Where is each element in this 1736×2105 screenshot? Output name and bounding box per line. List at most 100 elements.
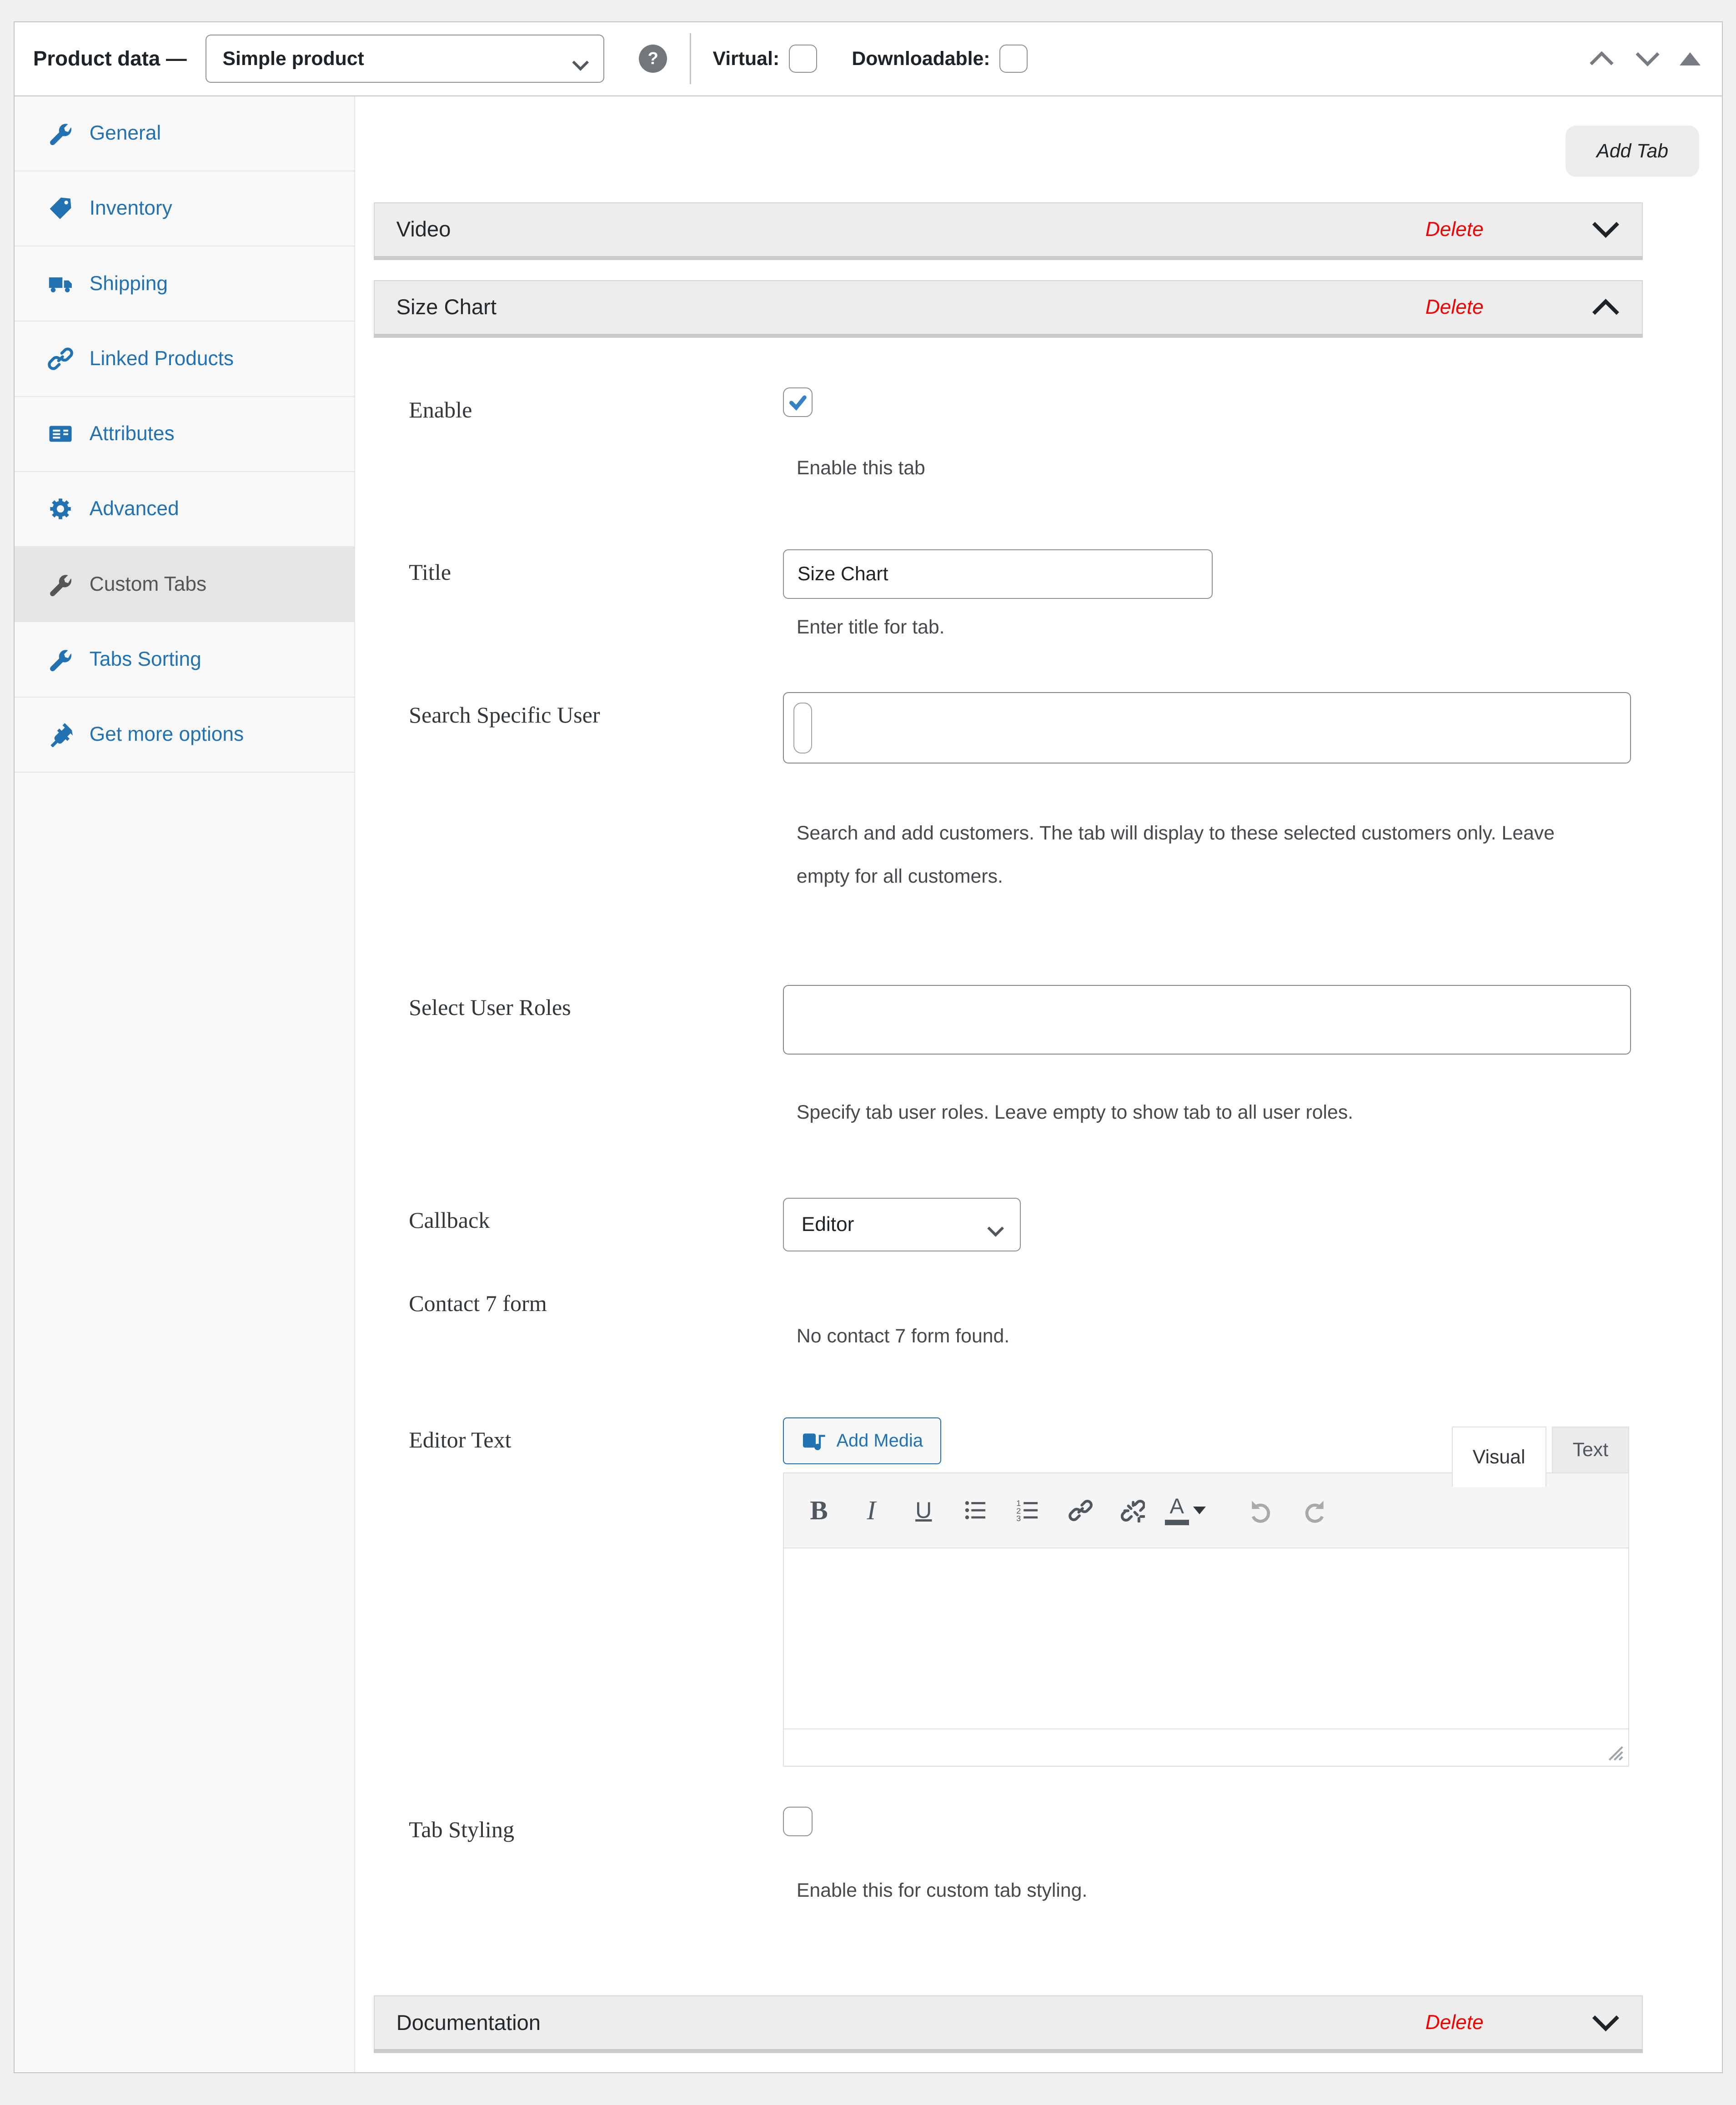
add-media-button[interactable]: Add Media <box>783 1417 941 1464</box>
underline-icon: U <box>915 1497 932 1523</box>
sidebar-item-custom-tabs[interactable]: Custom Tabs <box>15 547 355 622</box>
underline-button[interactable]: U <box>902 1487 945 1533</box>
wrench-icon <box>48 647 73 672</box>
search-user-input[interactable] <box>783 692 1631 763</box>
chevron-down-icon <box>571 55 590 77</box>
bold-icon: B <box>810 1495 828 1526</box>
custom-tabs-panel: Add Tab Video Delete Size Chart Delete <box>355 96 1722 2073</box>
user-roles-row: Select User Roles Specify tab user roles… <box>409 985 1629 1124</box>
delete-documentation-link[interactable]: Delete <box>1425 2011 1484 2034</box>
virtual-checkbox[interactable] <box>789 45 817 73</box>
callback-value: Editor <box>802 1213 854 1236</box>
tag-icon <box>48 196 73 221</box>
sidebar-item-linked-products[interactable]: Linked Products <box>15 322 355 397</box>
sidebar-item-advanced[interactable]: Advanced <box>15 472 355 547</box>
accordion-title: Documentation <box>396 2010 541 2035</box>
move-up-button[interactable] <box>1588 51 1615 66</box>
search-user-label: Search Specific User <box>409 692 783 728</box>
sidebar-item-label: General <box>90 122 161 145</box>
gear-icon <box>48 496 73 522</box>
collapse-toggle-button[interactable] <box>1680 52 1701 65</box>
tab-styling-checkbox[interactable] <box>783 1807 813 1836</box>
sidebar-item-tabs-sorting[interactable]: Tabs Sorting <box>15 622 355 697</box>
link-button[interactable] <box>1059 1487 1102 1533</box>
wrench-icon <box>48 121 73 146</box>
sidebar-item-label: Advanced <box>90 497 179 520</box>
downloadable-checkbox[interactable] <box>999 45 1028 73</box>
size-chart-settings: Enable Enable this tab Title <box>374 334 1722 1902</box>
text-color-button[interactable]: A <box>1164 1487 1206 1533</box>
tab-visual[interactable]: Visual <box>1452 1427 1546 1487</box>
editor-mode-tabs: Visual Text <box>1452 1427 1630 1487</box>
accordion-title: Video <box>396 217 451 242</box>
enable-checkbox[interactable] <box>783 387 813 417</box>
sidebar-item-attributes[interactable]: Attributes <box>15 397 355 472</box>
caret-down-icon <box>1193 1507 1206 1514</box>
callback-select[interactable]: Editor <box>783 1198 1020 1251</box>
text-color-icon: A <box>1165 1496 1189 1525</box>
title-description: Enter title for tab. <box>797 616 1630 638</box>
resize-grip-icon[interactable] <box>1607 1744 1624 1762</box>
sidebar-item-shipping[interactable]: Shipping <box>15 246 355 322</box>
product-type-select[interactable]: Simple product <box>206 35 604 83</box>
link-icon <box>1069 1498 1093 1522</box>
italic-icon: I <box>867 1495 876 1526</box>
title-label: Title <box>409 549 783 585</box>
undo-icon <box>1248 1497 1275 1524</box>
chevron-down-icon[interactable] <box>1591 221 1621 238</box>
accordion-documentation[interactable]: Documentation Delete <box>374 1995 1643 2049</box>
editor-text-row: Editor Text Add Media Visual Text <box>409 1417 1629 1767</box>
chevron-up-icon[interactable] <box>1591 299 1621 316</box>
user-roles-input[interactable] <box>783 985 1631 1055</box>
accordion-video[interactable]: Video Delete <box>374 202 1643 256</box>
bullet-list-button[interactable] <box>954 1487 997 1533</box>
sidebar-item-inventory[interactable]: Inventory <box>15 171 355 246</box>
product-data-tabs-sidebar: General Inventory Shipping Linked Produc… <box>15 96 356 2073</box>
redo-button[interactable] <box>1293 1487 1335 1533</box>
delete-video-link[interactable]: Delete <box>1425 218 1484 241</box>
enable-row: Enable Enable this tab <box>409 387 1629 480</box>
search-user-description: Search and add customers. The tab will d… <box>797 812 1591 898</box>
callback-label: Callback <box>409 1198 783 1234</box>
product-data-metabox: Product data — Simple product ? Virtual:… <box>0 0 1736 2105</box>
link-icon <box>48 346 73 372</box>
index-card-icon <box>48 421 73 447</box>
add-tab-row: Add Tab <box>374 96 1722 176</box>
tab-styling-label: Tab Styling <box>409 1807 783 1843</box>
undo-button[interactable] <box>1240 1487 1283 1533</box>
add-tab-button[interactable]: Add Tab <box>1565 126 1699 176</box>
accordion-size-chart[interactable]: Size Chart Delete <box>374 280 1643 334</box>
delete-size-chart-link[interactable]: Delete <box>1425 296 1484 319</box>
sidebar-item-label: Inventory <box>90 197 172 220</box>
metabox-controls <box>1588 51 1708 66</box>
editor-text-label: Editor Text <box>409 1417 783 1453</box>
move-down-button[interactable] <box>1634 51 1661 66</box>
redo-icon <box>1300 1497 1327 1524</box>
help-icon[interactable]: ? <box>639 45 667 73</box>
editor-media-bar: Add Media Visual Text <box>783 1417 1629 1472</box>
numbered-list-button[interactable]: 123 <box>1007 1487 1049 1533</box>
title-input[interactable] <box>783 549 1212 599</box>
tab-text[interactable]: Text <box>1552 1427 1630 1472</box>
accordion-title: Size Chart <box>396 295 497 320</box>
contact-form-label: Contact 7 form <box>409 1290 783 1316</box>
italic-button[interactable]: I <box>850 1487 893 1533</box>
triangle-up-icon <box>1680 52 1701 65</box>
unlink-button[interactable] <box>1111 1487 1154 1533</box>
downloadable-label: Downloadable: <box>852 48 990 70</box>
sidebar-item-get-more-options[interactable]: Get more options <box>15 698 355 773</box>
editor-content-area[interactable] <box>784 1548 1628 1729</box>
search-user-inline-input[interactable] <box>793 703 812 754</box>
enable-description: Enable this tab <box>797 457 1630 479</box>
media-icon <box>802 1430 826 1452</box>
editor-statusbar <box>784 1729 1628 1766</box>
plug-icon <box>48 722 73 747</box>
contact-form-row: Contact 7 form No contact 7 form found. <box>409 1290 1629 1347</box>
chevron-down-icon <box>986 1220 1005 1243</box>
chevron-down-icon[interactable] <box>1591 2014 1621 2031</box>
sidebar-item-label: Custom Tabs <box>90 573 206 596</box>
enable-label: Enable <box>409 387 783 423</box>
add-media-label: Add Media <box>836 1431 923 1451</box>
bold-button[interactable]: B <box>798 1487 840 1533</box>
sidebar-item-general[interactable]: General <box>15 96 355 171</box>
